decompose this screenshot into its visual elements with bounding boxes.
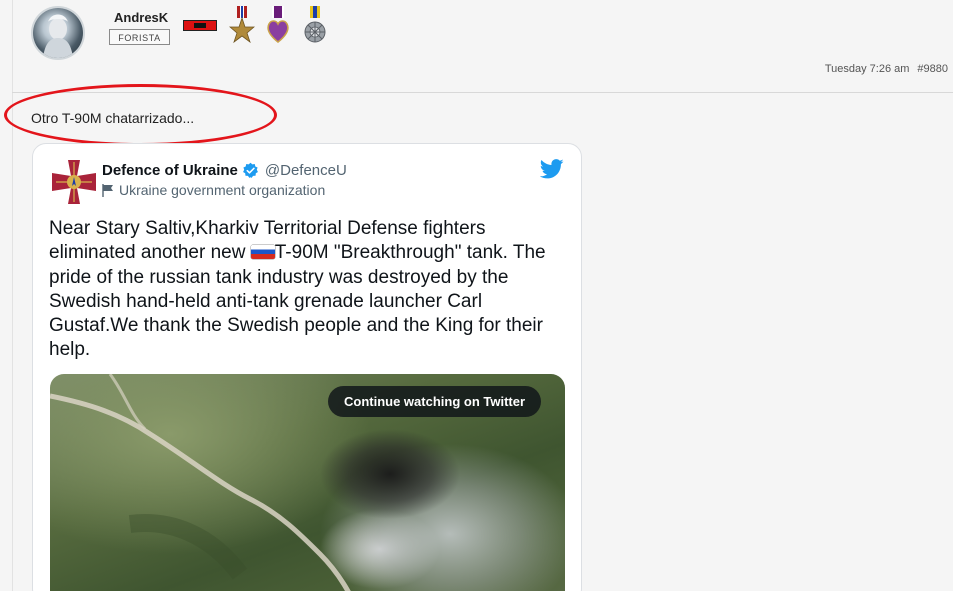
twitter-bird-icon[interactable] bbox=[540, 159, 564, 179]
tweet-video[interactable]: Continue watching on Twitter bbox=[50, 374, 565, 591]
flag-badge-icon bbox=[183, 20, 217, 31]
continue-watching-button[interactable]: Continue watching on Twitter bbox=[328, 386, 542, 417]
tweet-author-name[interactable]: Defence of Ukraine bbox=[102, 162, 238, 179]
left-border bbox=[12, 0, 13, 591]
tweet-handle[interactable]: @DefenceU bbox=[265, 162, 347, 179]
bronze-star-medal-icon bbox=[229, 6, 255, 44]
tweet-org-label: Ukraine government organization bbox=[102, 182, 325, 198]
post-number-link[interactable]: #9880 bbox=[917, 63, 948, 75]
tweet-author[interactable]: Defence of Ukraine @DefenceU bbox=[102, 162, 347, 179]
username[interactable]: AndresK bbox=[114, 10, 168, 25]
red-highlight-circle bbox=[4, 84, 277, 146]
forum-page: AndresK FORISTA Tuesday 7:26 am #9880 Otr… bbox=[0, 0, 953, 591]
purple-heart-medal-icon bbox=[267, 6, 289, 44]
user-avatar[interactable] bbox=[33, 8, 83, 58]
defence-of-ukraine-emblem-icon[interactable] bbox=[50, 158, 98, 206]
verified-badge-icon bbox=[242, 162, 258, 178]
user-rank-badge: FORISTA bbox=[109, 29, 170, 45]
tweet-org-text: Ukraine government organization bbox=[119, 182, 326, 198]
russia-flag-icon bbox=[250, 245, 275, 260]
post-meta: Tuesday 7:26 am #9880 bbox=[825, 63, 948, 75]
flag-icon bbox=[102, 183, 113, 197]
tweet-text: Near Stary Saltiv,Kharkiv Territorial De… bbox=[49, 217, 559, 363]
post-timestamp[interactable]: Tuesday 7:26 am bbox=[825, 63, 910, 75]
service-cross-medal-icon bbox=[304, 6, 326, 43]
embedded-tweet[interactable]: Defence of Ukraine @DefenceU Ukraine gov… bbox=[32, 143, 582, 591]
